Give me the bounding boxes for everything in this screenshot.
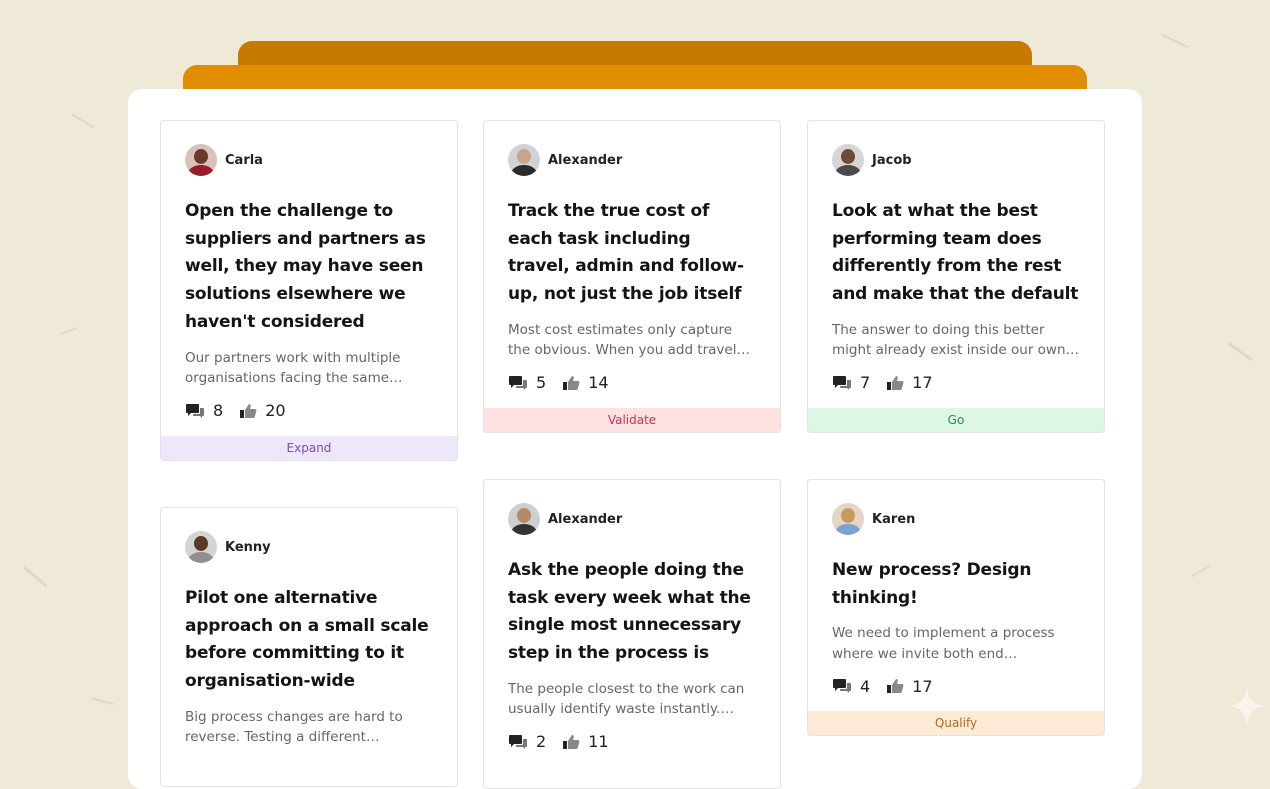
idea-description: Most cost estimates only capture the obv… — [508, 321, 750, 359]
author-name: Carla — [225, 152, 263, 168]
idea-title[interactable]: New process? Design thinking! — [832, 557, 1080, 612]
likes-stat[interactable]: 17 — [886, 676, 933, 696]
idea-card[interactable]: Kenny Pilot one alternative approach on … — [160, 507, 458, 787]
status-label: Validate — [484, 407, 780, 432]
author-name: Alexander — [548, 511, 623, 527]
comments-stat[interactable]: 2 — [508, 732, 546, 751]
comments-icon — [833, 375, 851, 390]
author-name: Kenny — [225, 539, 271, 555]
status-label: Go — [808, 407, 1104, 432]
author-name: Karen — [872, 511, 916, 527]
comments-count: 5 — [536, 373, 547, 393]
thumbs-up-icon — [887, 679, 904, 694]
avatar — [185, 144, 217, 176]
comments-count: 2 — [536, 732, 547, 752]
idea-stats: 4 17 — [832, 674, 1080, 698]
idea-card[interactable]: Carla Open the challenge to suppliers an… — [160, 120, 458, 461]
thumbs-up-icon — [563, 375, 580, 390]
paper-fiber — [1190, 564, 1212, 578]
avatar — [185, 531, 217, 563]
paper-fiber — [71, 113, 95, 129]
idea-stats: 5 14 — [508, 371, 756, 395]
avatar — [508, 503, 540, 535]
likes-count: 20 — [265, 401, 286, 421]
idea-title[interactable]: Look at what the best performing team do… — [832, 198, 1080, 309]
likes-count: 17 — [912, 373, 933, 393]
comments-icon — [509, 375, 527, 390]
idea-title[interactable]: Ask the people doing the task every week… — [508, 557, 756, 668]
idea-description: Our partners work with multiple organisa… — [185, 349, 403, 387]
status-label: Expand — [161, 435, 457, 460]
idea-description: Big process changes are hard to reverse.… — [185, 708, 403, 746]
card-author: Alexander — [508, 144, 756, 176]
likes-count: 14 — [588, 373, 609, 393]
comments-icon — [186, 403, 204, 418]
idea-stats: 2 11 — [508, 730, 756, 754]
likes-stat[interactable]: 17 — [886, 373, 933, 393]
author-name: Alexander — [548, 152, 623, 168]
card-author: Carla — [185, 144, 433, 176]
likes-stat[interactable]: 20 — [239, 401, 286, 421]
avatar — [508, 144, 540, 176]
thumbs-up-icon — [563, 734, 580, 749]
avatar — [832, 144, 864, 176]
idea-card[interactable]: Jacob Look at what the best performing t… — [807, 120, 1105, 433]
author-name: Jacob — [872, 152, 912, 168]
idea-description: The answer to doing this better might al… — [832, 321, 1080, 359]
comments-icon — [833, 679, 851, 694]
thumbs-up-icon — [887, 375, 904, 390]
card-author: Kenny — [185, 531, 433, 563]
paper-fiber — [1226, 341, 1254, 362]
comments-stat[interactable]: 4 — [832, 677, 870, 696]
comments-stat[interactable]: 7 — [832, 373, 870, 392]
comments-stat[interactable]: 5 — [508, 373, 546, 392]
avatar — [832, 503, 864, 535]
idea-card[interactable]: Alexander Track the true cost of each ta… — [483, 120, 781, 433]
idea-stats: 7 17 — [832, 371, 1080, 395]
card-author: Karen — [832, 503, 1080, 535]
paper-fiber — [1160, 33, 1190, 49]
thumbs-up-icon — [240, 403, 257, 418]
comments-icon — [509, 734, 527, 749]
comments-stat[interactable]: 8 — [185, 401, 223, 420]
likes-stat[interactable]: 14 — [562, 373, 609, 393]
likes-count: 17 — [912, 676, 933, 696]
comments-count: 8 — [213, 401, 224, 421]
comments-count: 4 — [860, 676, 871, 696]
paper-fiber — [90, 696, 114, 706]
card-author: Alexander — [508, 503, 756, 535]
idea-card[interactable]: Karen New process? Design thinking! We n… — [807, 479, 1105, 737]
idea-stats: 8 20 — [185, 399, 433, 423]
card-author: Jacob — [832, 144, 1080, 176]
idea-title[interactable]: Track the true cost of each task includi… — [508, 198, 756, 309]
comments-count: 7 — [860, 373, 871, 393]
paper-fiber — [60, 326, 78, 336]
status-label: Qualify — [808, 711, 1104, 736]
idea-description: We need to implement a process where we … — [832, 625, 1055, 662]
paper-fiber — [22, 565, 48, 588]
sparkle-icon — [1230, 686, 1264, 726]
idea-description: The people closest to the work can usual… — [508, 680, 745, 718]
idea-title[interactable]: Pilot one alternative approach on a smal… — [185, 585, 433, 696]
idea-card[interactable]: Alexander Ask the people doing the task … — [483, 479, 781, 789]
likes-stat[interactable]: 11 — [562, 732, 609, 752]
idea-title[interactable]: Open the challenge to suppliers and part… — [185, 198, 433, 337]
likes-count: 11 — [588, 732, 609, 752]
